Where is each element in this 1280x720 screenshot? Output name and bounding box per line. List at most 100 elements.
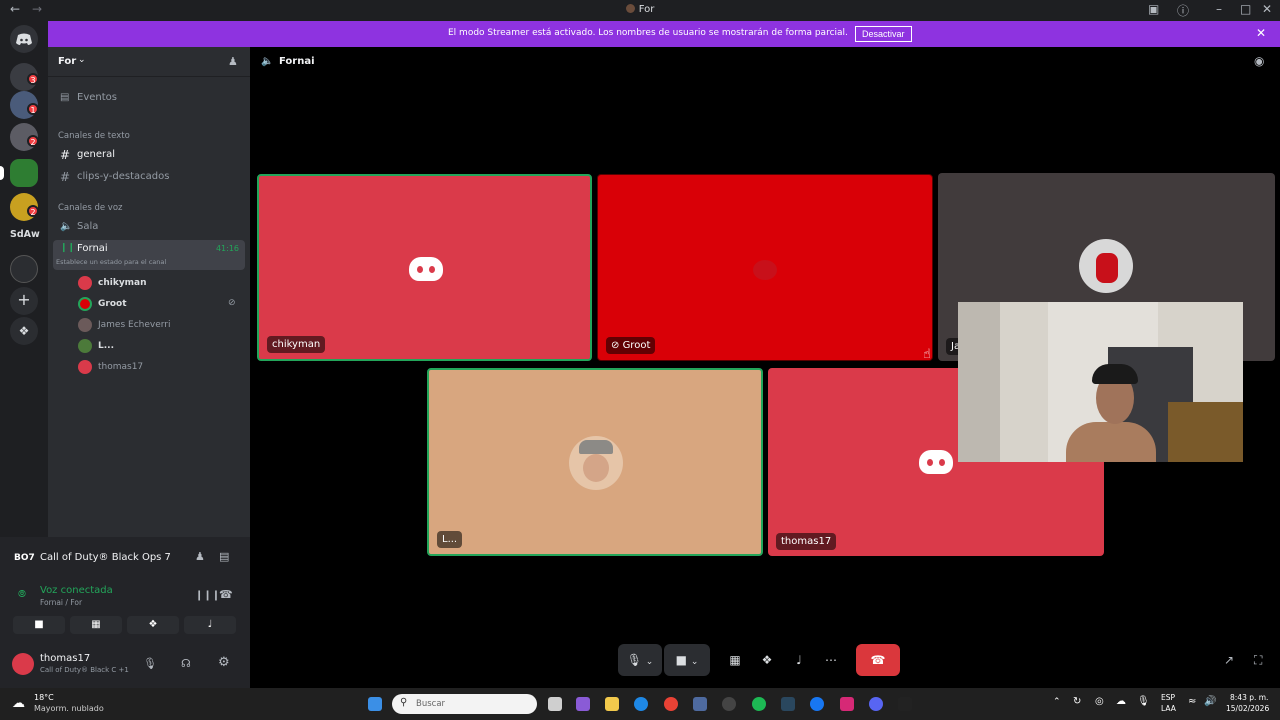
user-status[interactable]: Call of Duty® Black C +1 [40,666,129,674]
participant-tile-groot[interactable]: ⊘ Groot [597,174,933,361]
avatar[interactable] [12,653,34,675]
channel-general[interactable]: general [77,149,115,160]
channel-sala[interactable]: Sala [77,221,98,232]
invite-icon[interactable]: ♟ [228,55,238,68]
voice-user-l[interactable]: L... [98,341,114,351]
store-icon[interactable] [693,697,707,711]
home-button[interactable] [10,25,38,53]
chrome-icon[interactable] [664,697,678,711]
tile-name: L... [437,531,463,548]
call-timer: 41:16 [215,244,239,253]
camera-button[interactable]: ■ [13,616,65,634]
channel-clips[interactable]: clips-y-destacados [77,171,169,182]
tray-expand-icon[interactable]: ⌃ [1053,697,1061,707]
copilot-icon[interactable] [576,697,590,711]
username[interactable]: thomas17 [40,653,90,664]
task-view-icon[interactable] [548,697,562,711]
server-5-badge: 2 [27,205,39,217]
app-icon[interactable] [722,697,736,711]
voice-connected-label[interactable]: Voz conectada [40,585,113,596]
spotify-icon[interactable] [752,697,766,711]
tray-mic-icon[interactable]: 🎙 [1137,696,1150,707]
server-header[interactable]: For ⌄ ♟ [48,47,250,77]
weather-desc[interactable]: Mayorm. nublado [34,704,104,713]
noise-suppression-icon[interactable]: ❙❙❙ [195,590,220,601]
chevron-down-icon[interactable]: ⌄ [691,657,699,667]
game-activity[interactable]: Call of Duty® Black Ops 7 [40,552,171,563]
file-explorer-icon[interactable] [605,697,619,711]
windows-start-icon[interactable] [368,697,382,711]
voice-user-james[interactable]: James Echeverri [98,320,171,330]
taskbar-search[interactable]: ⚲ Buscar [392,694,537,714]
voice-location[interactable]: Fornai / For [40,598,82,607]
server-6[interactable] [10,255,38,283]
close-banner-icon[interactable]: ✕ [1256,26,1266,40]
add-server-icon[interactable]: + [10,287,38,315]
voice-category[interactable]: Canales de voz [58,203,122,213]
participant-tile-chikyman[interactable]: chikyman [257,174,592,361]
microphone-icon[interactable]: 🎙 [143,657,157,670]
volume-icon[interactable]: 🔊 [1204,696,1216,707]
discord-taskbar-icon[interactable] [869,697,883,711]
headphones-icon[interactable]: ☊ [181,657,191,670]
steam-icon[interactable] [781,697,795,711]
edge-icon[interactable] [634,697,648,711]
inbox-icon[interactable]: ▣ [1148,2,1159,16]
tile-name: ⊘ Groot [606,337,656,354]
hash-icon: # [60,170,71,184]
channel-status-placeholder[interactable]: Establece un estado para el canal [56,258,166,266]
events-link[interactable]: Eventos [77,92,117,103]
channel-sidebar: For ⌄ ♟ ▤ Eventos Canales de texto # gen… [48,47,250,537]
voice-user-chikyman[interactable]: chikyman [98,278,147,288]
voice-user-thomas17[interactable]: thomas17 [98,362,143,372]
camera-control-button[interactable]: ■ ⌄ [664,644,710,676]
add-friends-icon[interactable]: ♟ [195,550,205,563]
facebook-icon[interactable] [810,697,824,711]
tray-app-icon[interactable]: ◎ [1095,696,1104,707]
camera-icon: ■ [34,619,44,630]
sync-icon[interactable]: ↻ [1073,696,1081,707]
chevron-down-icon[interactable]: ⌄ [646,657,654,667]
search-placeholder: Buscar [416,699,446,709]
maximize-icon[interactable]: □ [1240,2,1251,16]
stream-game-icon[interactable]: ▤ [219,550,229,563]
clock-date[interactable]: 15/02/2026 [1226,704,1269,713]
instagram-icon[interactable] [840,697,854,711]
chat-icon[interactable]: ◉ [1254,54,1264,68]
soundboard-button[interactable]: ♩ [786,644,812,676]
weather-temp[interactable]: 18°C [34,693,54,702]
banner-text: El modo Streamer está activado. Los nomb… [448,28,848,38]
wifi-icon[interactable]: ≈ [1188,696,1196,707]
channel-fornai-active[interactable]: ❙❙ Fornai 41:16 Establece un estado para… [53,240,245,270]
screen-share-button[interactable]: ▦ [70,616,122,634]
voice-user-groot[interactable]: Groot [98,299,127,309]
avatar [569,436,623,490]
gear-icon[interactable]: ⚙ [218,655,230,670]
tray-network-app-icon[interactable]: ☁ [1116,696,1126,707]
server-sdaw[interactable]: SdAw [10,229,40,240]
activities-button[interactable]: ❖ [127,616,179,634]
soundboard-button[interactable]: ♩ [184,616,236,634]
clock-time[interactable]: 8:43 p. m. [1230,693,1268,702]
discover-icon[interactable]: ❖ [10,317,38,345]
server-4[interactable] [10,159,38,187]
popout-icon[interactable]: ↗ [1224,653,1234,667]
discord-logo-icon [409,257,443,281]
text-category[interactable]: Canales de texto [58,131,130,141]
fullscreen-icon[interactable]: ⛶ [1254,653,1262,668]
participant-tile-l[interactable]: L... [427,368,763,556]
cod-taskbar-icon[interactable] [898,697,912,711]
more-options-button[interactable]: ⋯ [818,644,844,676]
help-icon[interactable]: ⓘ [1177,2,1189,19]
minimize-icon[interactable]: – [1216,2,1222,16]
disconnect-icon[interactable]: ☎ [219,588,233,601]
deactivate-button[interactable]: Desactivar [855,26,912,42]
activities-button[interactable]: ❖ [754,644,780,676]
language-code[interactable]: ESP [1161,693,1175,702]
disconnect-button[interactable]: ☎ [856,644,900,676]
mic-control-button[interactable]: 🎙 ⌄ [618,644,662,676]
close-window-icon[interactable]: ✕ [1262,2,1272,16]
language-layout[interactable]: LAA [1161,704,1176,713]
server-icon [625,4,635,13]
screen-share-button[interactable]: ▦ [722,644,748,676]
